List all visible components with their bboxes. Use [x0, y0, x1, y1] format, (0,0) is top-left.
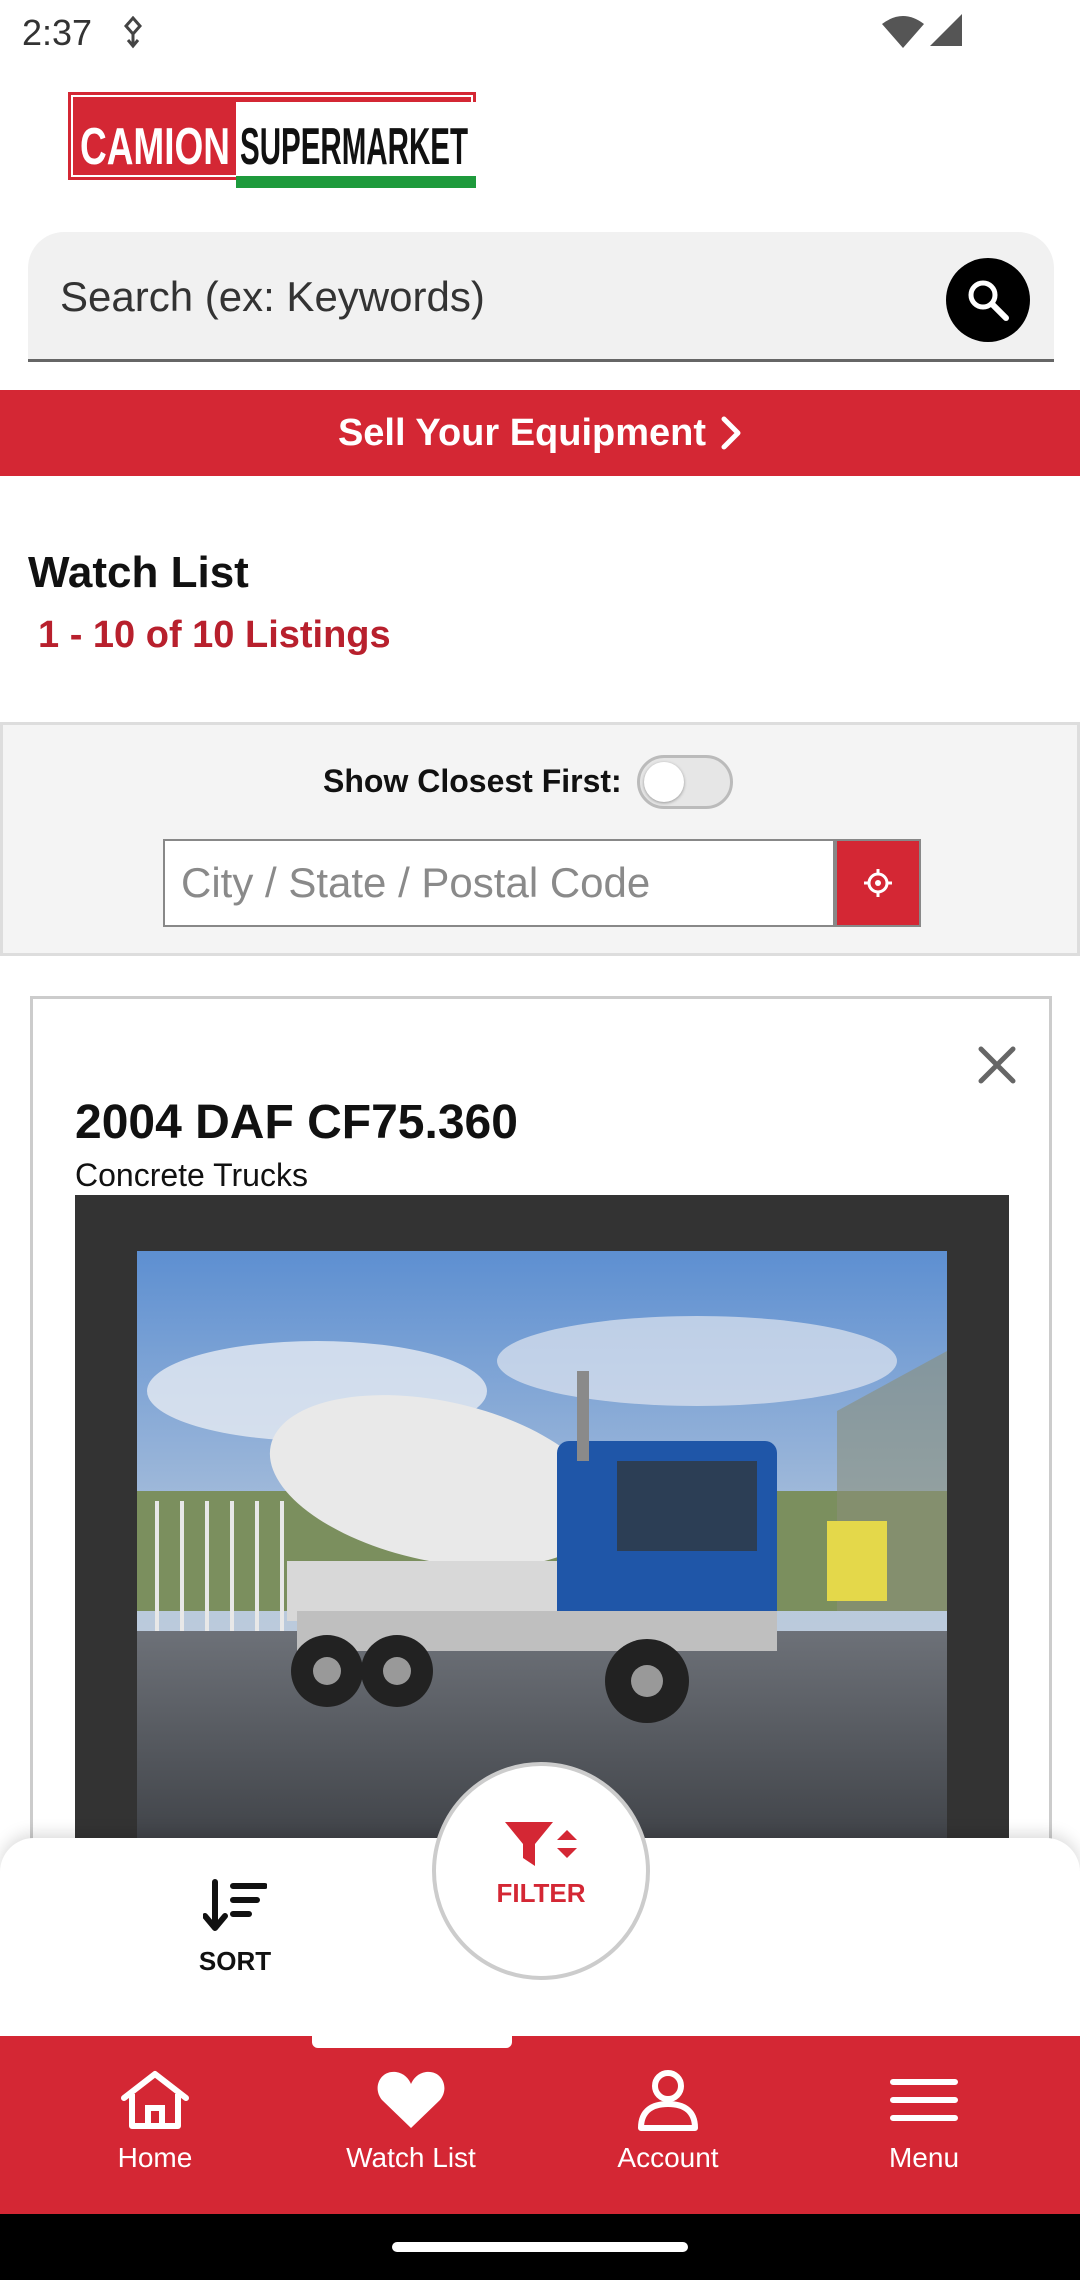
- nav-account[interactable]: Account: [558, 2068, 778, 2198]
- svg-text:SUPERMARKET: SUPERMARKET: [240, 118, 468, 176]
- status-time: 2:37: [22, 12, 93, 53]
- sort-icon: [203, 1879, 267, 1931]
- filter-icon: [505, 1822, 577, 1866]
- listing-title[interactable]: 2004 DAF CF75.360: [75, 1095, 518, 1150]
- search-bar: [28, 232, 1054, 362]
- search-input[interactable]: [60, 266, 930, 328]
- search-icon: [968, 280, 1009, 321]
- nav-home-label: Home: [117, 2142, 193, 2173]
- sort-label: SORT: [198, 1946, 272, 1976]
- bottom-nav: Home Watch List Account Menu: [0, 2036, 1080, 2214]
- system-nav-bar: [0, 2214, 1080, 2280]
- show-closest-first-toggle[interactable]: [637, 755, 733, 809]
- chevron-right-icon: [721, 416, 741, 450]
- system-home-handle[interactable]: [392, 2242, 688, 2252]
- close-icon[interactable]: [971, 1039, 1023, 1091]
- nav-watch-list[interactable]: Watch List: [301, 2068, 521, 2198]
- status-bar: 2:37: [0, 0, 1080, 64]
- account-icon: [638, 2070, 698, 2131]
- nav-watch-list-label: Watch List: [346, 2142, 476, 2173]
- listing-category: Concrete Trucks: [75, 1157, 308, 1193]
- filter-button[interactable]: FILTER: [432, 1762, 650, 1980]
- sell-banner-label: Sell Your Equipment: [337, 411, 707, 454]
- menu-icon: [890, 2079, 958, 2121]
- nav-home[interactable]: Home: [45, 2068, 265, 2198]
- nav-menu-label: Menu: [888, 2142, 960, 2173]
- listing-count: 1 - 10 of 10 Listings: [38, 614, 391, 656]
- nav-menu[interactable]: Menu: [814, 2068, 1034, 2198]
- sort-button[interactable]: SORT: [180, 1878, 290, 2008]
- locate-me-button[interactable]: [835, 839, 921, 927]
- camion-supermarket-logo[interactable]: CAMION SUPERMARKET: [68, 92, 480, 192]
- show-closest-first-label: Show Closest First:: [323, 763, 622, 799]
- crosshair-icon: [864, 869, 892, 897]
- heart-icon: [377, 2071, 445, 2128]
- page-title: Watch List: [28, 548, 249, 597]
- svg-text:CAMION: CAMION: [80, 118, 230, 176]
- usb-debug-icon: [124, 16, 142, 49]
- logo-graphic: CAMION SUPERMARKET: [68, 92, 476, 188]
- location-panel: Show Closest First:: [0, 722, 1080, 956]
- home-icon: [121, 2071, 189, 2129]
- nav-account-label: Account: [617, 2142, 719, 2173]
- active-tab-indicator: [312, 2036, 512, 2048]
- toggle-knob: [644, 762, 684, 802]
- wifi-icon: [882, 16, 924, 48]
- signal-icon: [930, 14, 962, 46]
- sell-your-equipment-banner[interactable]: Sell Your Equipment: [0, 390, 1080, 476]
- search-button[interactable]: [946, 258, 1030, 342]
- location-input[interactable]: [163, 839, 835, 927]
- filter-label: FILTER: [496, 1878, 586, 1908]
